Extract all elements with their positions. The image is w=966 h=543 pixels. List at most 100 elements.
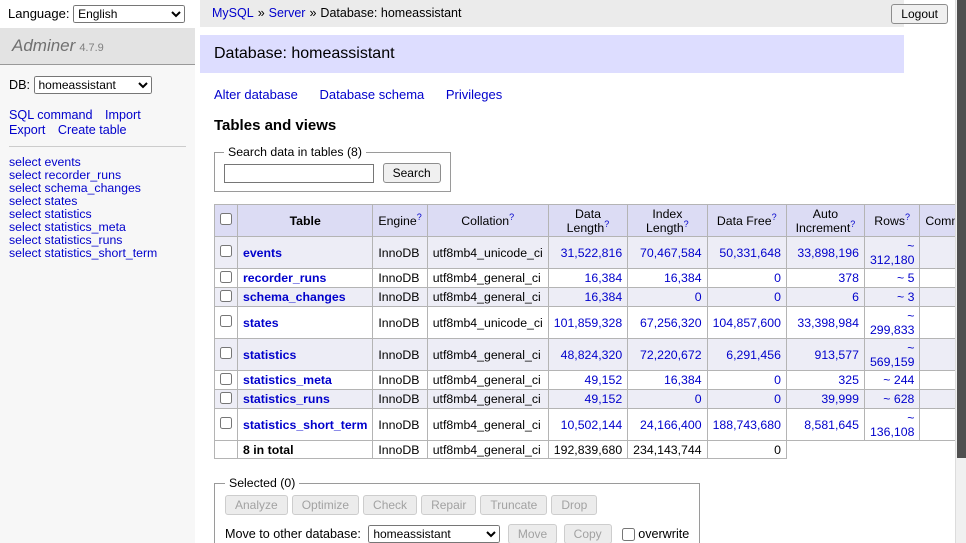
row-checkbox[interactable] <box>220 373 232 385</box>
auto-increment-link[interactable]: 39,999 <box>821 392 859 406</box>
auto-increment-link[interactable]: 913,577 <box>815 348 859 362</box>
data-length-link[interactable]: 31,522,816 <box>561 246 623 260</box>
table-name-link[interactable]: schema_changes <box>243 290 346 304</box>
table-name-link[interactable]: statistics_meta <box>243 373 332 387</box>
data-free-link[interactable]: 0 <box>774 290 781 304</box>
row-checkbox[interactable] <box>220 245 232 257</box>
import-link[interactable]: Import <box>105 108 141 122</box>
data-free-link[interactable]: 104,857,600 <box>713 316 781 330</box>
overwrite-checkbox[interactable] <box>622 528 635 541</box>
help-sup: ? <box>417 211 422 221</box>
breadcrumb-link-server[interactable]: Server <box>269 6 306 20</box>
help-sup: ? <box>509 211 514 221</box>
auto-increment-link[interactable]: 6 <box>852 290 859 304</box>
index-length-link[interactable]: 24,166,400 <box>640 418 702 432</box>
table-name-link[interactable]: statistics <box>243 348 296 362</box>
scrollbar[interactable] <box>955 0 966 543</box>
data-length-link[interactable]: 101,859,328 <box>554 316 622 330</box>
data-length-link[interactable]: 49,152 <box>585 373 623 387</box>
copy-button[interactable]: Copy <box>564 524 612 543</box>
total-data-free-cell: 0 <box>707 441 786 459</box>
row-checkbox[interactable] <box>220 347 232 359</box>
help-link[interactable]: ? <box>772 211 777 221</box>
search-input[interactable] <box>224 164 374 183</box>
rows-link[interactable]: ~ 312,180 <box>870 239 914 267</box>
index-length-link[interactable]: 70,467,584 <box>640 246 702 260</box>
rows-link[interactable]: ~ 299,833 <box>870 309 914 337</box>
rows-link[interactable]: ~ 244 <box>883 373 914 387</box>
data-length-link[interactable]: 16,384 <box>585 271 623 285</box>
database-schema-link[interactable]: Database schema <box>319 87 424 102</box>
column-header-comment: Comment? <box>920 205 955 237</box>
index-length-link[interactable]: 16,384 <box>664 271 702 285</box>
auto-increment-link[interactable]: 33,398,984 <box>797 316 859 330</box>
help-link[interactable]: ? <box>604 218 609 228</box>
index-length-link[interactable]: 72,220,672 <box>640 348 702 362</box>
index-length-link[interactable]: 0 <box>695 392 702 406</box>
data-length-link[interactable]: 16,384 <box>585 290 623 304</box>
breadcrumb-link-mysql[interactable]: MySQL <box>212 6 254 20</box>
data-free-link[interactable]: 50,331,648 <box>719 246 781 260</box>
scrollbar-thumb[interactable] <box>957 0 966 458</box>
rows-link[interactable]: ~ 3 <box>897 290 914 304</box>
privileges-link[interactable]: Privileges <box>446 87 502 102</box>
help-link[interactable]: ? <box>684 218 689 228</box>
alter-database-link[interactable]: Alter database <box>214 87 298 102</box>
repair-button[interactable]: Repair <box>421 495 476 515</box>
rows-link[interactable]: ~ 5 <box>897 271 914 285</box>
drop-button[interactable]: Drop <box>551 495 597 515</box>
move-db-select[interactable]: homeassistant <box>368 525 500 543</box>
select-all-checkbox[interactable] <box>220 213 232 225</box>
language-select[interactable]: English <box>73 5 185 23</box>
rows-link[interactable]: ~ 569,159 <box>870 341 914 369</box>
move-button[interactable]: Move <box>508 524 557 543</box>
rows-link[interactable]: ~ 136,108 <box>870 411 914 439</box>
help-link[interactable]: ? <box>417 211 422 221</box>
row-checkbox[interactable] <box>220 417 232 429</box>
data-free-link[interactable]: 0 <box>774 271 781 285</box>
data-free-link[interactable]: 188,743,680 <box>713 418 781 432</box>
data-length-link[interactable]: 10,502,144 <box>561 418 623 432</box>
app-logo[interactable]: Adminer <box>12 36 75 55</box>
export-link[interactable]: Export <box>9 123 45 137</box>
data-free-link[interactable]: 0 <box>774 373 781 387</box>
table-name-link[interactable]: statistics_runs <box>243 392 330 406</box>
help-link[interactable]: ? <box>905 211 910 221</box>
row-checkbox[interactable] <box>220 290 232 302</box>
app-header: Adminer4.7.9 <box>0 28 195 65</box>
index-length-link[interactable]: 67,256,320 <box>640 316 702 330</box>
auto-increment-link[interactable]: 8,581,645 <box>804 418 859 432</box>
data-free-link[interactable]: 0 <box>774 392 781 406</box>
row-checkbox[interactable] <box>220 315 232 327</box>
table-row: statistics_short_termInnoDButf8mb4_gener… <box>215 409 956 441</box>
data-length-link[interactable]: 49,152 <box>585 392 623 406</box>
data-free-link[interactable]: 6,291,456 <box>726 348 781 362</box>
sql-command-link[interactable]: SQL command <box>9 108 93 122</box>
table-name-link[interactable]: events <box>243 246 282 260</box>
auto-increment-link[interactable]: 325 <box>838 373 859 387</box>
analyze-button[interactable]: Analyze <box>225 495 288 515</box>
auto-increment-link[interactable]: 33,898,196 <box>797 246 859 260</box>
table-name-link[interactable]: recorder_runs <box>243 271 326 285</box>
help-link[interactable]: ? <box>850 218 855 228</box>
help-link[interactable]: ? <box>509 211 514 221</box>
rows-link[interactable]: ~ 628 <box>883 392 914 406</box>
optimize-button[interactable]: Optimize <box>292 495 359 515</box>
create-table-sidebar-link[interactable]: Create table <box>58 123 127 137</box>
check-button[interactable]: Check <box>363 495 417 515</box>
index-length-link[interactable]: 16,384 <box>664 373 702 387</box>
truncate-button[interactable]: Truncate <box>480 495 547 515</box>
table-name-link[interactable]: statistics_short_term <box>243 418 367 432</box>
sidebar-table-link[interactable]: select statistics_short_term <box>9 247 186 260</box>
data-length-link[interactable]: 48,824,320 <box>561 348 623 362</box>
db-select[interactable]: homeassistant <box>34 76 152 94</box>
logout-button[interactable]: Logout <box>891 4 948 24</box>
auto-increment-link[interactable]: 378 <box>838 271 859 285</box>
breadcrumb-current: Database: homeassistant <box>320 6 461 20</box>
row-checkbox[interactable] <box>220 271 232 283</box>
table-name-link[interactable]: states <box>243 316 279 330</box>
search-button[interactable]: Search <box>383 163 441 183</box>
comment-cell <box>920 409 955 441</box>
row-checkbox[interactable] <box>220 392 232 404</box>
index-length-link[interactable]: 0 <box>695 290 702 304</box>
